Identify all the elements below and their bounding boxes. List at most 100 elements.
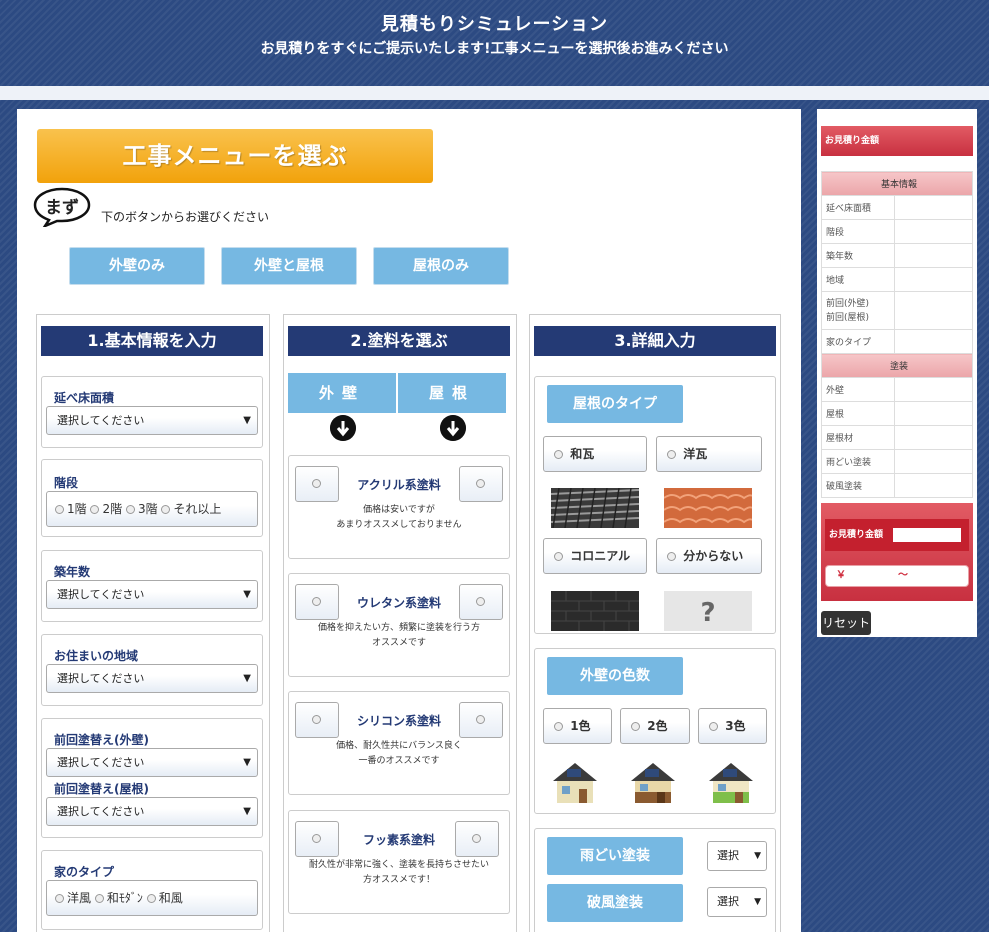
radio-circle-icon [55, 894, 64, 903]
intro-text: 下のボタンからお選びください [101, 210, 270, 224]
extra-options-box: 雨どい塗装 選択 ▼ 破風塗装 選択 ▼ [534, 828, 776, 932]
prev-roof-select[interactable]: 選択してください ▼ [46, 797, 258, 826]
wall-colors-option-1[interactable]: 1色 [543, 708, 612, 744]
radio-circle-icon [161, 505, 171, 514]
stories-radio-2[interactable]: 2階 [90, 502, 122, 516]
house-one-color-icon [553, 763, 597, 803]
detail-heading: 3.詳細入力 [534, 326, 776, 356]
stories-radio-3[interactable]: 3階 [125, 502, 158, 516]
prev-roof-select-value: 選択してください [57, 805, 145, 818]
table-row: 家のタイプ [821, 329, 973, 354]
bargeboard-select-value: 選択 [717, 895, 739, 908]
prev-roof-label: 前回塗替え(屋根) [54, 782, 149, 796]
fluorine-desc-1: 耐久性が非常に強く、塗装を長持ちさせたい [308, 860, 489, 870]
radio-circle-icon [312, 597, 321, 606]
menu-wall-only-button[interactable]: 外壁のみ [69, 247, 205, 285]
tab-wall[interactable]: 外壁 [288, 373, 396, 413]
region-select[interactable]: 選択してください ▼ [46, 664, 258, 693]
fluorine-roof-checkbox[interactable] [455, 821, 499, 857]
radio-circle-icon [472, 834, 481, 843]
tab-roof[interactable]: 屋根 [398, 373, 506, 413]
question-mark-icon: ? [664, 591, 752, 631]
paint-column: 2.塗料を選ぶ 外壁 屋根 アクリル系塗料 価格は安いですが あまりオススメして… [283, 314, 517, 932]
radio-circle-icon [146, 894, 156, 903]
basic-info-table-heading: 基本情報 [821, 171, 973, 196]
house-three-color-icon [709, 763, 753, 803]
age-select[interactable]: 選択してください ▼ [46, 580, 258, 609]
table-row: 屋根 [821, 401, 973, 426]
silicone-wall-checkbox[interactable] [295, 702, 339, 738]
fluorine-wall-checkbox[interactable] [295, 821, 339, 857]
house-type-radio-western[interactable]: 洋風 [55, 891, 91, 905]
western-tile-roof-image [664, 488, 752, 528]
radio-circle-icon [55, 505, 64, 514]
yen-sign: ￥ [836, 570, 846, 581]
roof-option-unknown[interactable]: 分からない [656, 538, 762, 574]
house-two-color-icon [631, 763, 675, 803]
stories-label: 階段 [54, 476, 79, 490]
main-panel: 工事メニューを選ぶ まず 下のボタンからお選びください 外壁のみ 外壁と屋根 屋… [17, 109, 801, 932]
floor-area-select[interactable]: 選択してください ▼ [46, 406, 258, 435]
urethane-wall-checkbox[interactable] [295, 584, 339, 620]
floor-area-box: 延べ床面積 選択してください ▼ [41, 376, 263, 448]
house-type-label: 家のタイプ [54, 865, 115, 879]
urethane-desc-2: オススメです [371, 638, 426, 648]
radio-circle-icon [125, 505, 135, 514]
table-row: 破風塗装 [821, 473, 973, 498]
basic-info-column: 1.基本情報を入力 延べ床面積 選択してください ▼ 階段 1階 2階 3階 そ… [36, 314, 270, 932]
urethane-roof-checkbox[interactable] [459, 584, 503, 620]
radio-circle-icon [312, 715, 321, 724]
house-type-radio-modern[interactable]: 和ﾓﾀﾞﾝ [94, 891, 143, 905]
region-box: お住まいの地域 選択してください ▼ [41, 634, 263, 706]
reset-button[interactable]: リセット [821, 611, 871, 635]
svg-text:?: ? [700, 598, 715, 628]
bargeboard-select[interactable]: 選択 ▼ [707, 887, 767, 917]
acrylic-roof-checkbox[interactable] [459, 466, 503, 502]
menu-wall-and-roof-button[interactable]: 外壁と屋根 [221, 247, 357, 285]
age-select-value: 選択してください [57, 588, 145, 601]
menu-roof-only-button[interactable]: 屋根のみ [373, 247, 509, 285]
wall-colors-option-3[interactable]: 3色 [698, 708, 767, 744]
gutter-select[interactable]: 選択 ▼ [707, 841, 767, 871]
table-row: 雨どい塗装 [821, 449, 973, 474]
prev-wall-select-value: 選択してください [57, 756, 145, 769]
urethane-desc-1: 価格を抑えたい方、頻繁に塗装を行う方 [317, 623, 480, 633]
range-tilde: ～ [898, 570, 908, 581]
silicone-desc-1: 価格、耐久性共にバランス良く [336, 741, 462, 751]
table-row: 前回(外壁) 前回(屋根) [821, 291, 973, 330]
estimate-total-box: お見積り金額 ￥ ～ [821, 503, 973, 601]
house-type-radio-japanese[interactable]: 和風 [146, 891, 183, 905]
silicone-name: シリコン系塗料 [356, 714, 441, 728]
stories-radio-more[interactable]: それ以上 [161, 502, 221, 516]
table-row: 外壁 [821, 377, 973, 402]
prev-wall-select[interactable]: 選択してください ▼ [46, 748, 258, 777]
radio-circle-icon [709, 722, 718, 731]
region-select-value: 選択してください [57, 672, 145, 685]
arrow-down-icon [330, 415, 356, 441]
paint-option-urethane: ウレタン系塗料 価格を抑えたい方、頻繁に塗装を行う方 オススメです [288, 573, 510, 677]
table-row: 屋根材 [821, 425, 973, 450]
acrylic-desc-2: あまりオススメしておりません [336, 520, 462, 530]
wall-colors-label: 外壁の色数 [547, 657, 683, 695]
page-title: 見積もりシミュレーション [380, 14, 609, 35]
table-row: 階段 [821, 219, 973, 244]
total-range-field: ￥ ～ [825, 565, 969, 587]
stories-radio-1[interactable]: 1階 [55, 502, 87, 516]
dropdown-arrow-icon: ▼ [243, 806, 251, 817]
acrylic-wall-checkbox[interactable] [295, 466, 339, 502]
header-divider [0, 86, 989, 100]
gutter-select-value: 選択 [717, 849, 739, 862]
menu-banner: 工事メニューを選ぶ [37, 129, 433, 183]
japanese-tile-roof-image [551, 488, 639, 528]
house-type-radio-group: 洋風 和ﾓﾀﾞﾝ 和風 [46, 880, 258, 916]
fluorine-desc-2: 方オススメです！ [362, 875, 435, 885]
roof-option-western-tile[interactable]: 洋瓦 [656, 436, 762, 472]
silicone-desc-2: 一番のオススメです [358, 756, 440, 766]
radio-circle-icon [312, 479, 321, 488]
page-header: 見積もりシミュレーション お見積りをすぐにご提示いたします!工事メニューを選択後… [0, 0, 989, 86]
wall-colors-option-2[interactable]: 2色 [620, 708, 690, 744]
radio-circle-icon [667, 450, 676, 459]
roof-option-colonial[interactable]: コロニアル [543, 538, 647, 574]
roof-option-japanese-tile[interactable]: 和瓦 [543, 436, 647, 472]
silicone-roof-checkbox[interactable] [459, 702, 503, 738]
